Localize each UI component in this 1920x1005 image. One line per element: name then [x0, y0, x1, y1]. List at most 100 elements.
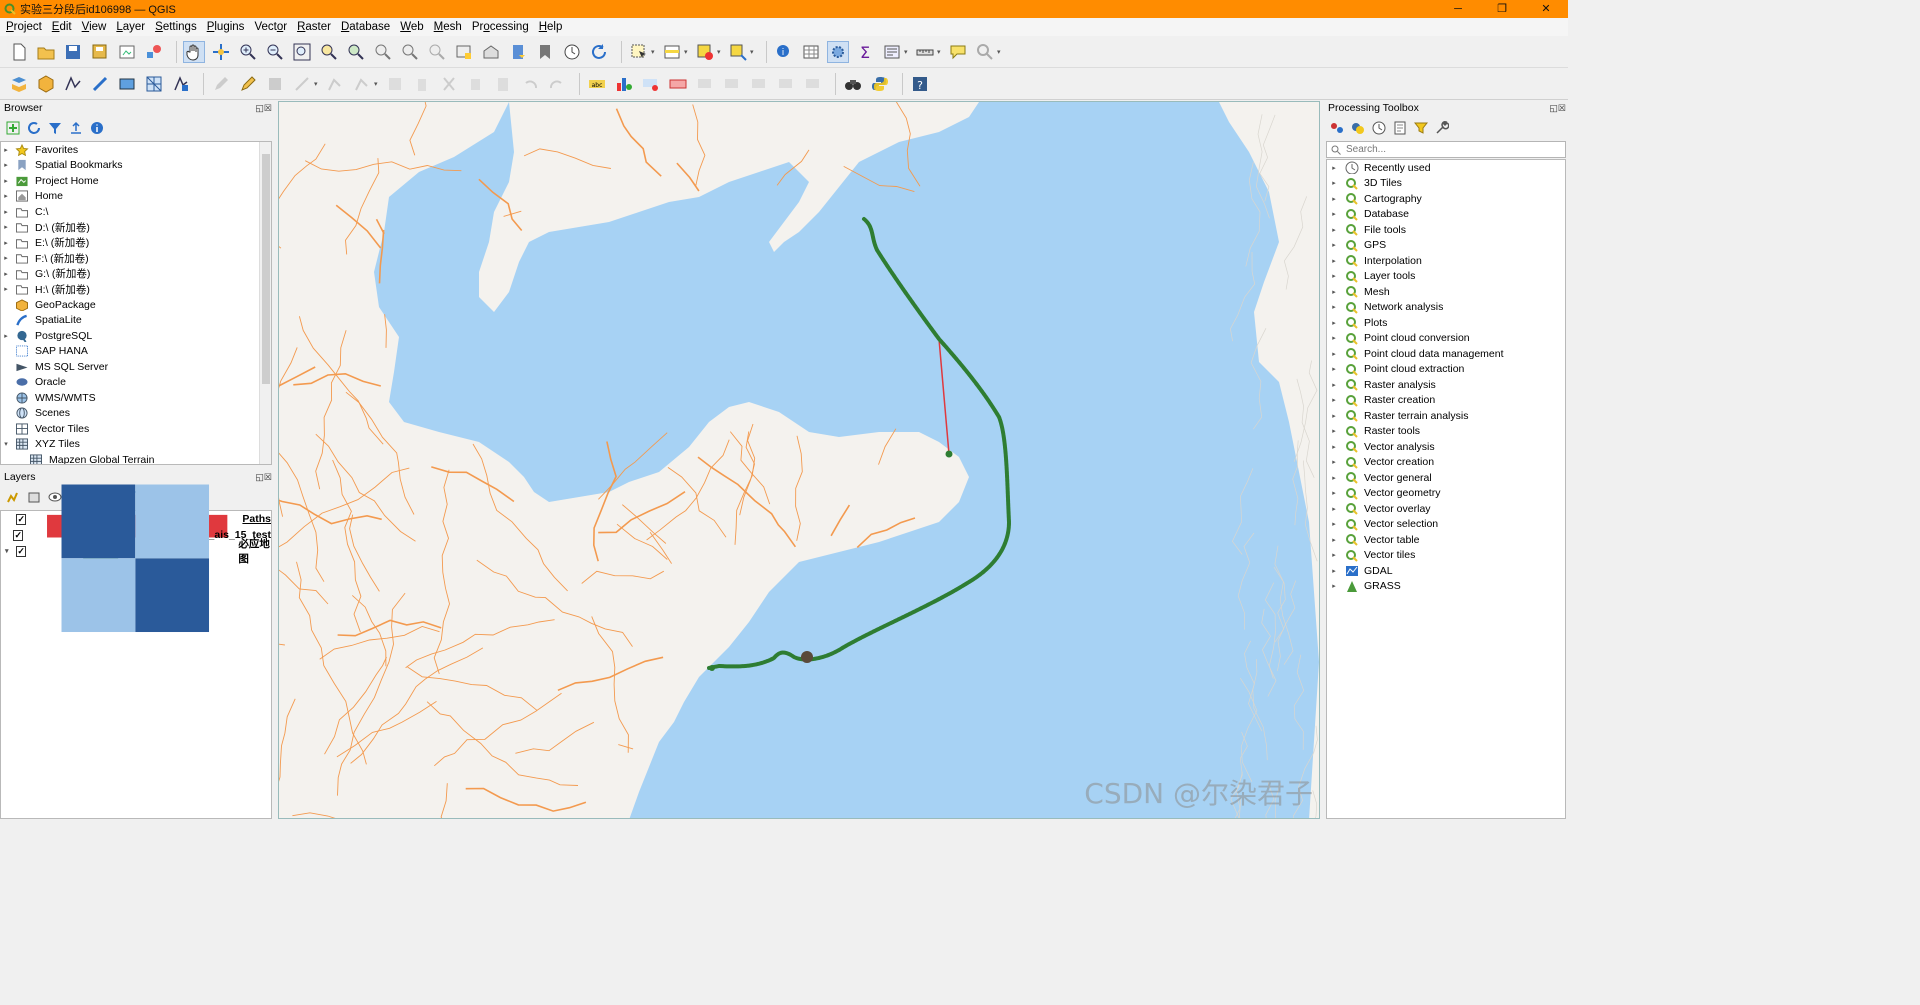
processing-group-item[interactable]: ▸ Raster creation [1327, 393, 1565, 409]
expand-arrow-icon[interactable]: ▸ [1329, 319, 1339, 327]
new-shapefile-icon[interactable] [62, 73, 84, 95]
options-wrench-icon[interactable] [1435, 121, 1449, 135]
processing-group-item[interactable]: ▸ Point cloud conversion [1327, 331, 1565, 347]
browser-item[interactable]: ▸ PostgreSQL [1, 328, 271, 344]
expand-arrow-icon[interactable]: ▸ [1, 332, 11, 340]
menu-help[interactable]: Help [535, 21, 567, 33]
new-mesh-layer-icon[interactable] [143, 73, 165, 95]
digitize-icon[interactable] [291, 73, 313, 95]
expand-arrow-icon[interactable]: ▾ [5, 547, 14, 555]
zoom-to-layer-icon[interactable] [345, 41, 367, 63]
new-virtual-layer-icon[interactable] [116, 73, 138, 95]
browser-item[interactable]: Oracle [1, 375, 271, 391]
browser-item[interactable]: ▸ D:\ (新加卷) [1, 220, 271, 236]
expand-arrow-icon[interactable]: ▸ [1, 208, 11, 216]
dropdown-arrow-icon[interactable]: ▾ [997, 48, 1003, 56]
measure-line-icon[interactable] [914, 41, 936, 63]
expand-arrow-icon[interactable]: ▸ [1329, 567, 1339, 575]
style-panel-icon[interactable] [6, 490, 20, 504]
map-tips-icon[interactable] [947, 41, 969, 63]
move-label-icon[interactable] [721, 73, 743, 95]
new-spatialite-icon[interactable] [89, 73, 111, 95]
expand-arrow-icon[interactable]: ▸ [1, 239, 11, 247]
browser-item[interactable]: ▸ F:\ (新加卷) [1, 251, 271, 267]
print-layout-icon[interactable] [116, 41, 138, 63]
processing-group-item[interactable]: ▸ Raster analysis [1327, 377, 1565, 393]
menu-web[interactable]: Web [396, 21, 427, 33]
expand-arrow-icon[interactable]: ▸ [1, 254, 11, 262]
menu-edit[interactable]: Edit [48, 21, 76, 33]
toggle-editing-pencil-icon[interactable] [237, 73, 259, 95]
expand-arrow-icon[interactable]: ▸ [1, 223, 11, 231]
browser-item[interactable]: SAP HANA [1, 344, 271, 360]
expand-arrow-icon[interactable]: ▸ [1329, 520, 1339, 528]
new-3d-view-icon[interactable] [480, 41, 502, 63]
cut-features-icon[interactable] [438, 73, 460, 95]
processing-group-item[interactable]: ▸ Point cloud extraction [1327, 362, 1565, 378]
dropdown-arrow-icon[interactable]: ▾ [374, 80, 380, 88]
expand-arrow-icon[interactable]: ▸ [1, 285, 11, 293]
processing-group-item[interactable]: ▸ GRASS [1327, 579, 1565, 595]
change-label-properties-icon[interactable] [775, 73, 797, 95]
expand-arrow-icon[interactable]: ▸ [1329, 536, 1339, 544]
expand-arrow-icon[interactable]: ▸ [1329, 288, 1339, 296]
menu-settings[interactable]: Settings [151, 21, 201, 33]
map-canvas[interactable]: CSDN @尔染君子 [278, 101, 1320, 819]
browser-item[interactable]: MS SQL Server [1, 359, 271, 375]
select-location-icon[interactable] [727, 41, 749, 63]
processing-group-item[interactable]: ▸ Vector table [1327, 532, 1565, 548]
browser-item[interactable]: ▸ G:\ (新加卷) [1, 266, 271, 282]
pan-hand-icon[interactable] [183, 40, 205, 63]
processing-group-item[interactable]: ▸ Vector selection [1327, 517, 1565, 533]
maximize-button[interactable]: ❐ [1480, 0, 1524, 18]
processing-group-item[interactable]: ▸ Cartography [1327, 191, 1565, 207]
menu-view[interactable]: View [78, 21, 111, 33]
new-map-view-icon[interactable] [453, 41, 475, 63]
processing-group-item[interactable]: ▸ Network analysis [1327, 300, 1565, 316]
expand-arrow-icon[interactable]: ▸ [1329, 489, 1339, 497]
pan-to-selection-icon[interactable] [210, 41, 232, 63]
vertex-tool-icon[interactable] [324, 73, 346, 95]
save-edits-icon[interactable] [264, 73, 286, 95]
processing-search-input[interactable]: Search... [1326, 141, 1566, 158]
expand-arrow-icon[interactable]: ▸ [1329, 241, 1339, 249]
dropdown-arrow-icon[interactable]: ▾ [684, 48, 690, 56]
processing-group-item[interactable]: ▸ File tools [1327, 222, 1565, 238]
save-project-icon[interactable] [62, 41, 84, 63]
refresh-icon[interactable] [588, 41, 610, 63]
layer-visibility-checkbox[interactable]: ✓ [16, 513, 27, 525]
browser-scrollbar[interactable] [259, 142, 271, 464]
expand-arrow-icon[interactable]: ▸ [1329, 412, 1339, 420]
expand-arrow-icon[interactable]: ▸ [1329, 381, 1339, 389]
pin-label-icon[interactable] [640, 73, 662, 95]
temporal-controller-icon[interactable] [561, 41, 583, 63]
help-icon[interactable]: ? [909, 73, 931, 95]
expand-arrow-icon[interactable]: ▸ [1329, 474, 1339, 482]
menu-mesh[interactable]: Mesh [430, 21, 466, 33]
close-button[interactable]: ✕ [1524, 0, 1568, 18]
processing-group-item[interactable]: ▸ Plots [1327, 315, 1565, 331]
locator-search-icon[interactable] [974, 41, 996, 63]
toolbox-gear-icon[interactable] [827, 40, 849, 63]
processing-group-item[interactable]: ▸ Database [1327, 207, 1565, 223]
redo-icon[interactable] [546, 73, 568, 95]
map-render[interactable] [279, 102, 1320, 819]
refresh-icon[interactable] [27, 121, 41, 135]
menu-database[interactable]: Database [337, 21, 394, 33]
paste-features-icon[interactable] [492, 73, 514, 95]
browser-item[interactable]: ▸ E:\ (新加卷) [1, 235, 271, 251]
processing-group-item[interactable]: ▸ Vector analysis [1327, 439, 1565, 455]
browser-item[interactable]: SpatiaLite [1, 313, 271, 329]
show-bookmarks-icon[interactable] [534, 41, 556, 63]
processing-group-item[interactable]: ▸ GPS [1327, 238, 1565, 254]
browser-item[interactable]: ▸ Spatial Bookmarks [1, 158, 271, 174]
delete-selected-icon[interactable] [411, 73, 433, 95]
multi-edit-icon[interactable] [351, 73, 373, 95]
style-manager-icon[interactable] [143, 41, 165, 63]
modify-attributes-icon[interactable] [384, 73, 406, 95]
change-label-icon[interactable] [667, 73, 689, 95]
expand-arrow-icon[interactable]: ▸ [1329, 226, 1339, 234]
rotate-label-icon[interactable] [748, 73, 770, 95]
deselect-all-icon[interactable] [694, 41, 716, 63]
browser-item[interactable]: ▸ Project Home [1, 173, 271, 189]
